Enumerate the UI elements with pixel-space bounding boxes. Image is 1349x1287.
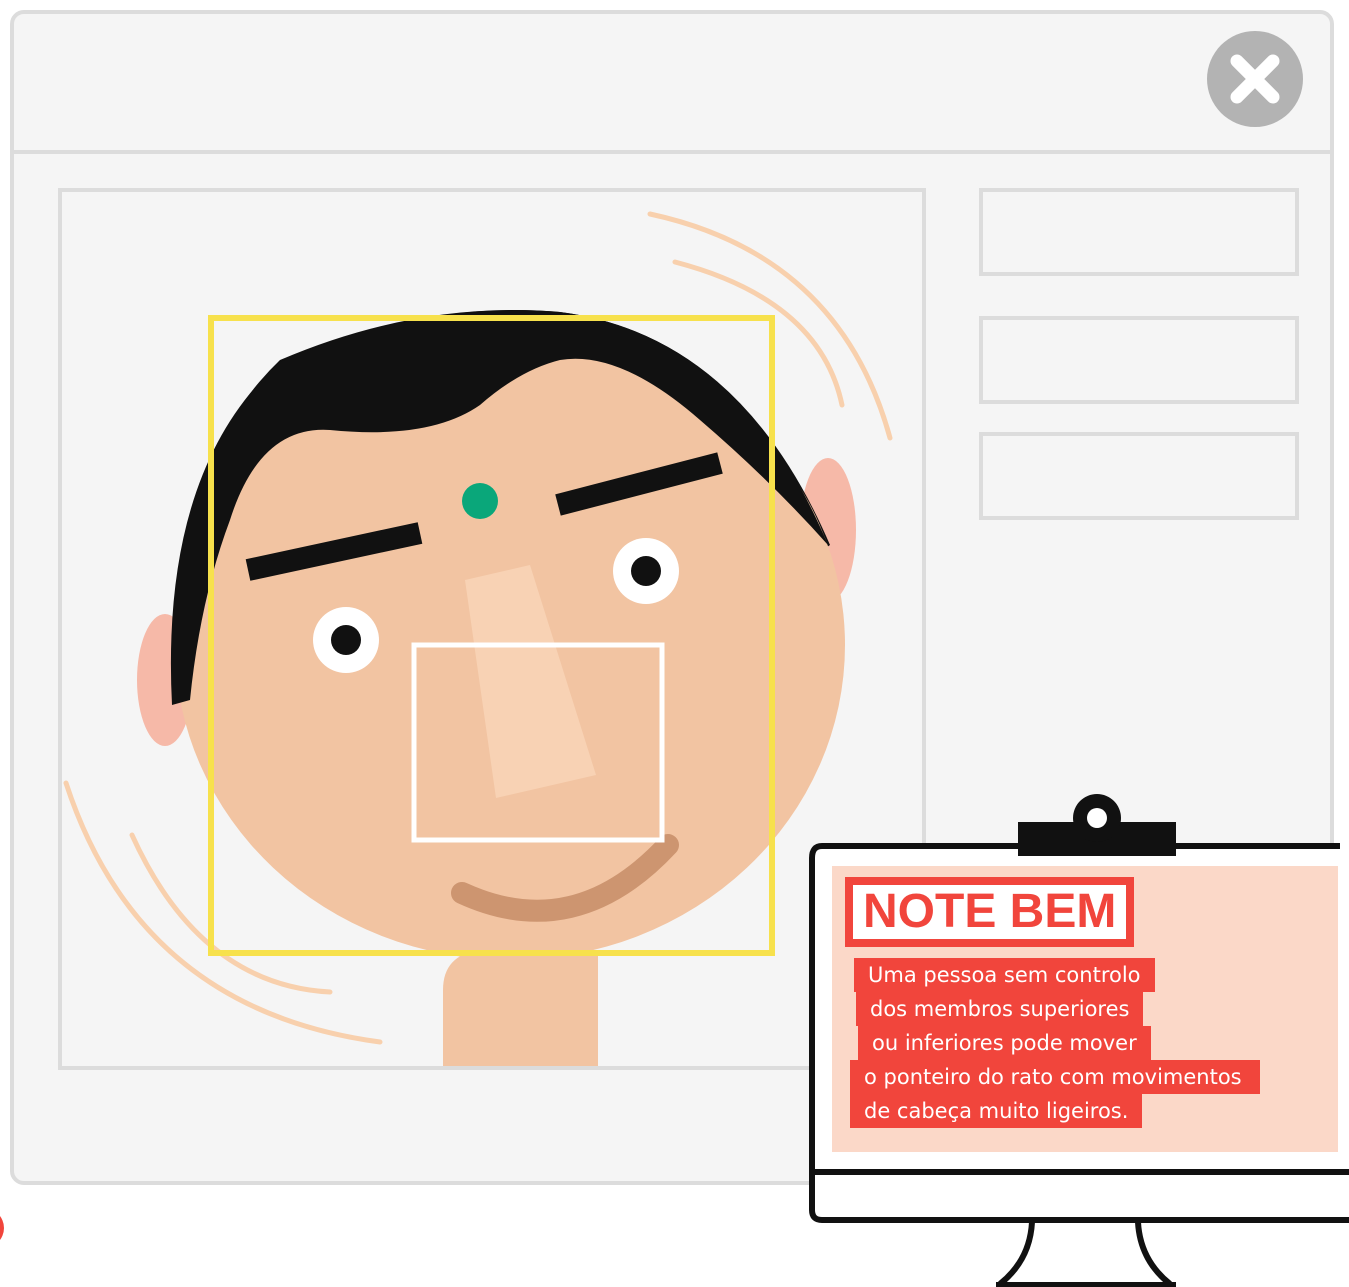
note-line: de cabeça muito ligeiros. xyxy=(850,1094,1143,1128)
monitor-stand xyxy=(998,1221,1172,1287)
tracking-dot xyxy=(462,483,498,519)
webcam-lens xyxy=(1087,808,1107,828)
left-pupil xyxy=(331,625,361,655)
note-title-box: NOTE BEM xyxy=(845,877,1135,947)
note-body: Uma pessoa sem controlo dos membros supe… xyxy=(850,958,1330,1128)
note-line: Uma pessoa sem controlo xyxy=(854,958,1155,992)
right-pupil xyxy=(631,556,661,586)
note-line: o ponteiro do rato com movimentos xyxy=(850,1060,1260,1094)
neck xyxy=(443,950,598,1066)
note-line: dos membros superiores xyxy=(856,992,1144,1026)
note-line: ou inferiores pode mover xyxy=(858,1026,1151,1060)
note-title: NOTE BEM xyxy=(853,885,1127,939)
edge-marker xyxy=(0,1216,4,1240)
illustration-stage: NOTE BEM Uma pessoa sem controlo dos mem… xyxy=(0,0,1349,1287)
